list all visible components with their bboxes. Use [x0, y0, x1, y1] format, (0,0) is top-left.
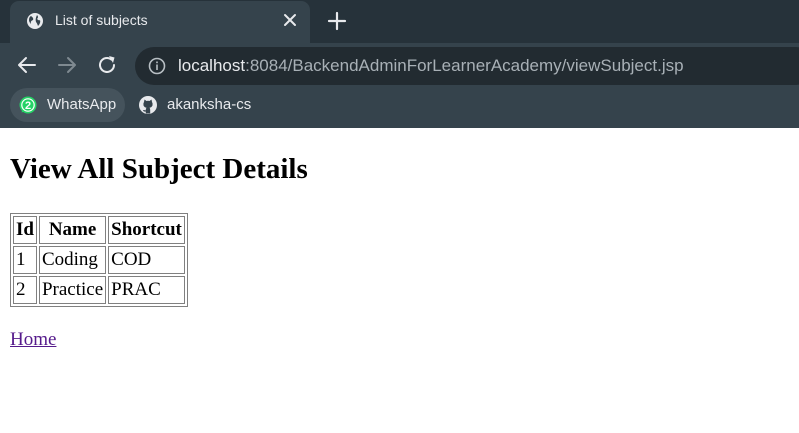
home-link[interactable]: Home: [10, 329, 56, 351]
page-title: View All Subject Details: [10, 153, 308, 185]
table-header-row: Id Name Shortcut: [13, 216, 185, 244]
url-text: localhost:8084/BackendAdminForLearnerAca…: [178, 56, 684, 76]
forward-arrow-icon[interactable]: [56, 54, 78, 76]
subjects-table: Id Name Shortcut 1 Coding COD 2 Practice…: [10, 213, 188, 307]
tab-strip: List of subjects: [0, 0, 799, 43]
whatsapp-icon: 2: [19, 96, 37, 114]
tab-title: List of subjects: [55, 12, 148, 28]
column-header-shortcut: Shortcut: [108, 216, 185, 244]
bookmark-github[interactable]: akanksha-cs: [130, 88, 260, 122]
close-icon[interactable]: [280, 10, 300, 30]
column-header-name: Name: [38, 216, 107, 244]
whatsapp-badge: 2: [25, 100, 31, 112]
new-tab-icon[interactable]: [326, 10, 348, 32]
address-bar[interactable]: localhost:8084/BackendAdminForLearnerAca…: [135, 47, 799, 85]
reload-icon[interactable]: [96, 54, 118, 76]
active-tab[interactable]: List of subjects: [10, 1, 310, 43]
back-arrow-icon[interactable]: [16, 54, 38, 76]
info-icon[interactable]: [148, 57, 166, 75]
browser-chrome: List of subjects localhost:8084/BackendA…: [0, 0, 799, 128]
column-header-id: Id: [13, 216, 37, 244]
table-row: 1 Coding COD: [13, 246, 185, 274]
cell-shortcut: COD: [108, 246, 185, 274]
bookmark-whatsapp[interactable]: 2 WhatsApp: [10, 88, 125, 122]
github-icon: [139, 96, 157, 114]
cell-id: 2: [13, 276, 37, 304]
cell-name: Practice: [38, 276, 107, 304]
cell-name: Coding: [38, 246, 107, 274]
cell-id: 1: [13, 246, 37, 274]
page-content: View All Subject Details Id Name Shortcu…: [0, 128, 799, 433]
bookmark-label: WhatsApp: [47, 96, 117, 113]
url-host: localhost: [178, 56, 246, 75]
url-path: :8084/BackendAdminForLearnerAcademy/view…: [245, 56, 684, 75]
table-row: 2 Practice PRAC: [13, 276, 185, 304]
cell-shortcut: PRAC: [108, 276, 185, 304]
globe-icon: [27, 13, 43, 29]
bookmark-label: akanksha-cs: [167, 96, 252, 113]
